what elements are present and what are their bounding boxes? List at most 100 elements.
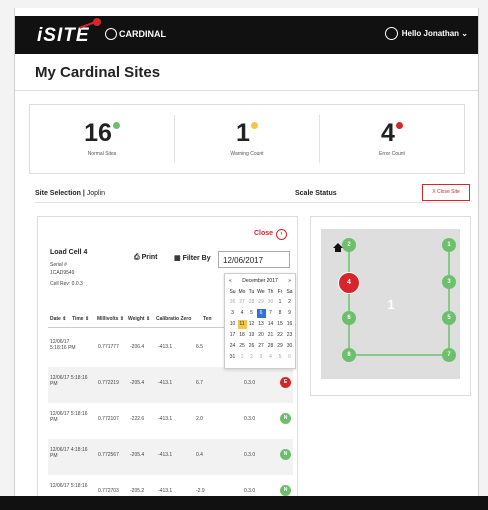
cell-calibration: -413.1 (158, 416, 173, 422)
calendar-day-of-week: Sa (286, 289, 293, 295)
close-site-button[interactable]: X Close Site (422, 184, 470, 201)
filter-by-button[interactable]: ▦ Filter By (174, 254, 211, 262)
print-button[interactable]: ⎙ Print (134, 254, 158, 262)
calendar-day[interactable]: 26 (247, 342, 256, 351)
filter-label: Filter By (182, 255, 211, 262)
calendar-day[interactable]: 5 (276, 353, 285, 362)
calendar-day[interactable]: 6 (285, 353, 294, 362)
load-cell-node[interactable]: 3 (442, 275, 456, 289)
cell-millivolts: 0.772567 (98, 452, 119, 458)
divider (35, 202, 468, 203)
calendar-day[interactable]: 26 (228, 298, 237, 307)
calendar-day[interactable]: 16 (285, 320, 294, 329)
scale-diagram: 1 2 4 6 8 1 3 5 7 (321, 229, 460, 379)
calendar-day[interactable]: 22 (276, 331, 285, 340)
column-header-weight[interactable]: Weight ⇕ (128, 316, 150, 322)
calendar-day[interactable]: 20 (257, 331, 266, 340)
table-row[interactable]: 12/06/17 5:18:16 PM 0.772107 -222.6 -413… (48, 403, 293, 439)
calendar-day[interactable]: 4 (266, 353, 275, 362)
calendar-day[interactable]: 28 (266, 342, 275, 351)
calendar-day[interactable]: 1 (276, 298, 285, 307)
divider (15, 90, 478, 91)
load-cell-node-error[interactable]: 4 (338, 272, 360, 294)
calendar-day[interactable]: 5 (247, 309, 256, 318)
table-row[interactable]: 12/06/17 4:18:16 PM 0.772567 -205.4 -413… (48, 439, 293, 475)
calendar-day[interactable]: 9 (285, 309, 294, 318)
calendar-day[interactable]: 6 (256, 309, 266, 318)
calendar-day[interactable]: 14 (266, 320, 275, 329)
logo-accent-dot (93, 18, 101, 26)
stats-panel: 16 Normal Sites 1 Warning Count 4 Error … (29, 104, 465, 174)
site-selection-value[interactable]: Joplin (87, 190, 105, 197)
calendar-day[interactable]: 28 (247, 298, 256, 307)
calendar-day[interactable]: 25 (238, 342, 247, 351)
status-badge[interactable]: N (280, 413, 291, 424)
calendar-day[interactable]: 8 (276, 309, 285, 318)
calendar-day[interactable]: 17 (228, 331, 237, 340)
calendar-day[interactable]: 24 (228, 342, 237, 351)
calendar-day-of-week: Fr (277, 289, 283, 295)
error-count-label: Error Count (379, 151, 405, 157)
calendar-day[interactable]: 4 (238, 309, 247, 318)
calendar-day[interactable]: 3 (228, 309, 237, 318)
cell-ten: 2.0 (196, 416, 203, 422)
calendar-day[interactable]: 2 (285, 298, 294, 307)
calendar-day[interactable]: 10 (228, 320, 237, 329)
cell-datetime: 12/06/17 5:18:16 PM (50, 411, 88, 423)
column-header-millivolts[interactable]: Millivolts ⇕ (97, 316, 124, 322)
date-picker[interactable]: « December 2017 » Su Mo Tu We Th Fr Sa 26 27 28 29… (224, 273, 296, 369)
column-header-time[interactable]: Time ⇕ (72, 316, 89, 322)
date-filter-input[interactable]: 12/06/2017 (218, 251, 290, 268)
calendar-day[interactable]: 27 (238, 298, 247, 307)
cardinal-logo-icon (105, 28, 117, 40)
calendar-day[interactable]: 27 (257, 342, 266, 351)
status-badge[interactable]: E (280, 377, 291, 388)
load-cell-node[interactable]: 6 (342, 311, 356, 325)
printer-icon: ⎙ (134, 254, 140, 261)
load-cell-node[interactable]: 1 (442, 238, 456, 252)
calendar-day[interactable]: 29 (257, 298, 266, 307)
close-label: Close (253, 230, 273, 237)
calendar-day[interactable]: 29 (276, 342, 285, 351)
calendar-day[interactable]: 13 (257, 320, 266, 329)
chevron-down-icon: ⌄ (461, 29, 468, 38)
column-header-ten[interactable]: Ten (203, 316, 212, 322)
cell-extra: 0.3.0 (244, 416, 256, 422)
calendar-day[interactable]: 30 (266, 298, 275, 307)
calendar-day[interactable]: 21 (266, 331, 275, 340)
status-badge[interactable]: N (280, 449, 291, 460)
column-header-date[interactable]: Date ⇕ (50, 316, 66, 322)
calendar-day[interactable]: 7 (266, 309, 275, 318)
calendar-next-button[interactable]: » (288, 278, 291, 284)
load-cell-node[interactable]: 2 (342, 238, 356, 252)
cell-extra: 0.3.0 (244, 488, 256, 494)
load-cell-node[interactable]: 8 (342, 348, 356, 362)
status-badge[interactable]: N (280, 485, 291, 496)
cell-ten: 6.7 (196, 380, 203, 386)
cell-datetime: 12/06/17 5:18:16 PM (50, 339, 76, 351)
warning-count-label: Warning Count (230, 151, 264, 157)
calendar-day[interactable]: 3 (257, 353, 266, 362)
cell-calibration: -413.1 (158, 344, 173, 350)
user-avatar-icon (385, 27, 398, 40)
calendar-day[interactable]: 11 (237, 320, 247, 329)
table-row[interactable]: 12/06/17 5:18:16 PM 0.772219 -205.4 -413… (48, 367, 293, 403)
calendar-day[interactable]: 18 (238, 331, 247, 340)
load-cell-node[interactable]: 5 (442, 311, 456, 325)
calendar-day[interactable]: 31 (228, 353, 237, 362)
serial-label: Serial # (50, 262, 67, 268)
calendar-day[interactable]: 30 (285, 342, 294, 351)
calendar-day[interactable]: 1 (238, 353, 247, 362)
chevron-right-icon: › (276, 229, 287, 240)
column-header-calibration-zero[interactable]: Calibratio Zero (156, 316, 191, 322)
calendar-day[interactable]: 2 (247, 353, 256, 362)
close-panel-button[interactable]: Close › (254, 229, 287, 240)
calendar-day[interactable]: 23 (285, 331, 294, 340)
isite-logo: iSITE (37, 25, 90, 46)
user-menu[interactable]: Hello Jonathan ⌄ (402, 29, 468, 38)
calendar-day[interactable]: 15 (276, 320, 285, 329)
calendar-day[interactable]: 19 (247, 331, 256, 340)
calendar-day[interactable]: 12 (247, 320, 256, 329)
app-window: iSITE CARDINAL Hello Jonathan ⌄ My Cardi… (14, 8, 479, 508)
load-cell-node[interactable]: 7 (442, 348, 456, 362)
